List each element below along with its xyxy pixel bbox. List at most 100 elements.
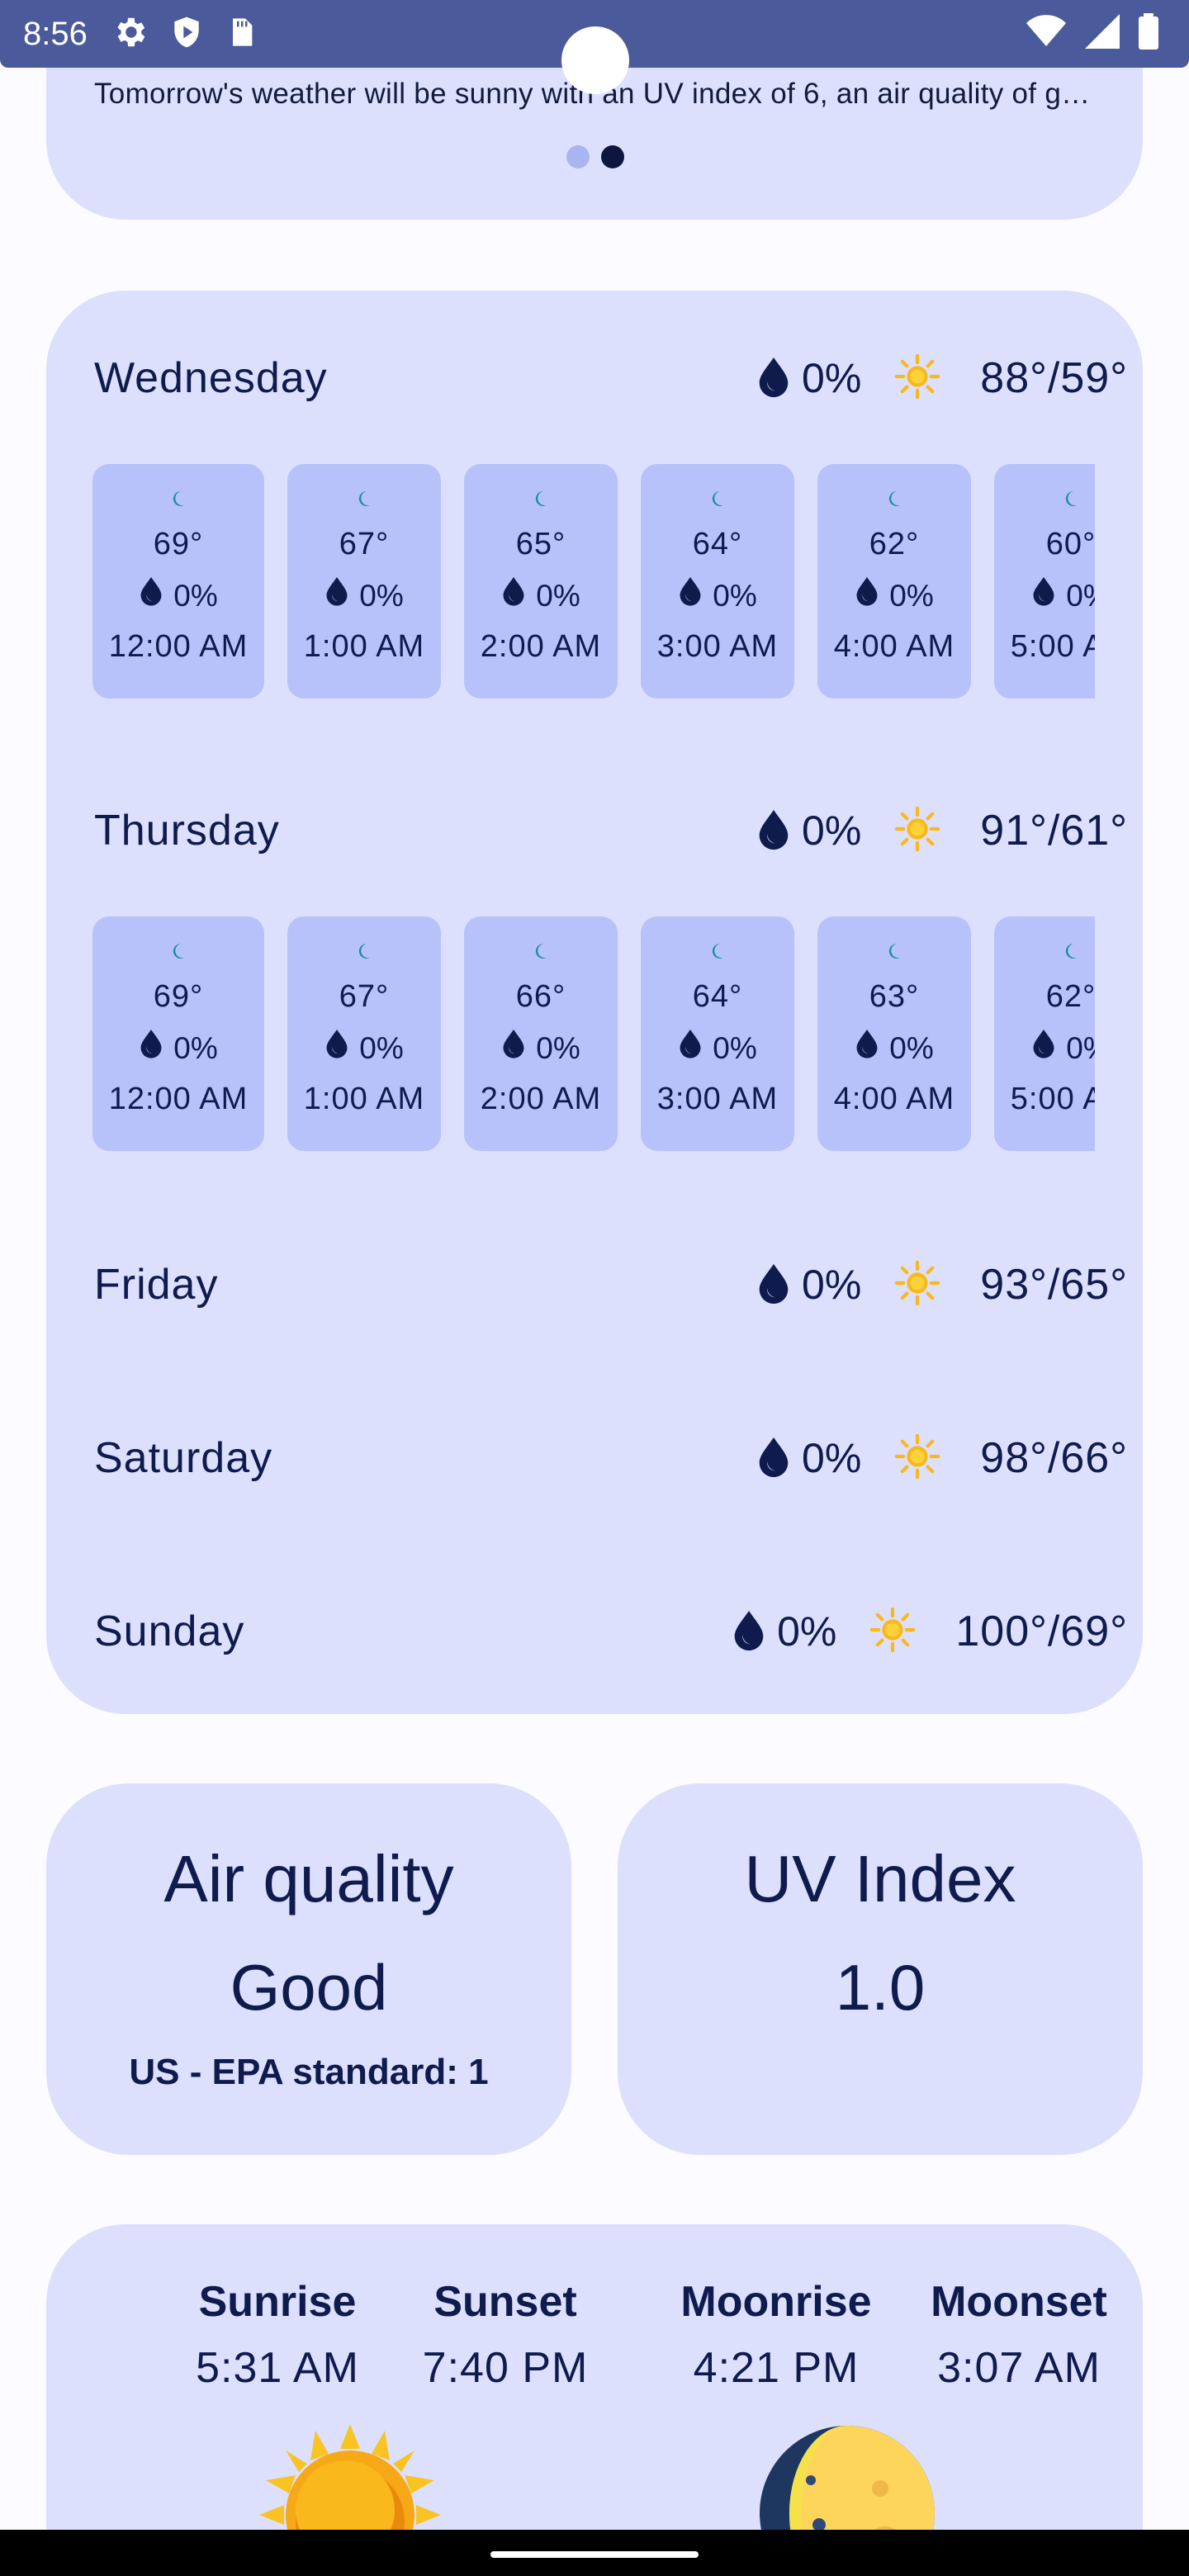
moonset-block: Moonset 3:07 AM xyxy=(879,2277,1159,2393)
hour-precip-value: 0% xyxy=(889,578,934,613)
hour-precip: 0% xyxy=(324,577,404,614)
hour-temp: 67° xyxy=(339,979,390,1014)
hour-card[interactable]: 64° 0% 3:00 AM xyxy=(641,464,794,698)
hour-card[interactable]: 64° 0% 3:00 AM xyxy=(641,916,794,1151)
hour-card[interactable]: 69° 0% 12:00 AM xyxy=(92,464,264,698)
hour-card[interactable]: 60° 0% 5:00 AM xyxy=(994,464,1095,698)
raindrop-icon xyxy=(324,1030,349,1067)
hour-temp: 65° xyxy=(515,527,566,561)
raindrop-icon xyxy=(759,1264,789,1305)
day-temps: 93°/65° xyxy=(980,1261,1128,1309)
hourly-strip-wednesday[interactable]: 69° 0% 12:00 AM 67° 0% 1:00 AM 65° 0% 2:00 AM 64°… xyxy=(92,464,1095,698)
hour-time: 2:00 AM xyxy=(480,1082,602,1116)
hour-card[interactable]: 67° 0% 1:00 AM xyxy=(287,916,441,1151)
hour-card[interactable]: 62° 0% 4:00 AM xyxy=(817,464,971,698)
hour-temp: 67° xyxy=(339,527,390,561)
status-time: 8:56 xyxy=(23,15,88,52)
sunset-block: Sunset 7:40 PM xyxy=(365,2277,646,2393)
hour-precip: 0% xyxy=(678,1030,757,1067)
hour-precip-value: 0% xyxy=(173,578,218,613)
home-gesture-handle[interactable] xyxy=(490,2551,699,2558)
hour-time: 3:00 AM xyxy=(656,1082,779,1116)
crescent-moon-icon xyxy=(171,482,186,515)
hour-precip: 0% xyxy=(324,1030,404,1067)
hour-card[interactable]: 62° 0% 5:00 AM xyxy=(994,916,1095,1151)
hour-temp: 63° xyxy=(869,979,920,1014)
hour-temp: 69° xyxy=(153,979,204,1014)
sunny-icon xyxy=(894,806,940,856)
hour-time: 4:00 AM xyxy=(833,1082,955,1116)
hour-time: 1:00 AM xyxy=(303,1082,425,1116)
day-name: Sunday xyxy=(94,1608,245,1655)
day-name: Saturday xyxy=(94,1434,273,1482)
crescent-moon-icon xyxy=(357,482,372,515)
hour-time: 1:00 AM xyxy=(303,629,425,664)
hour-precip-value: 0% xyxy=(359,578,404,613)
hour-precip-value: 0% xyxy=(536,578,580,613)
hour-precip-value: 0% xyxy=(1066,1030,1095,1065)
shield-play-icon xyxy=(168,13,205,55)
hourly-strip-thursday[interactable]: 69° 0% 12:00 AM 67° 0% 1:00 AM 66° 0% 2:00 AM 64°… xyxy=(92,916,1095,1151)
moonrise-time: 4:21 PM xyxy=(693,2344,860,2392)
raindrop-icon xyxy=(501,577,526,614)
day-row-sunday[interactable]: Sunday 0% 100°/69° xyxy=(94,1598,1128,1664)
day-row-saturday[interactable]: Saturday 0% 98°/66° xyxy=(94,1425,1128,1491)
day-row-wednesday[interactable]: Wednesday 0% 88°/59° xyxy=(94,345,1128,411)
crescent-moon-icon xyxy=(533,482,548,515)
sunset-time: 7:40 PM xyxy=(422,2344,589,2392)
crescent-moon-icon xyxy=(887,935,902,968)
day-precip: 0% xyxy=(757,807,861,855)
moonset-time: 3:07 AM xyxy=(937,2344,1101,2392)
hour-time: 12:00 AM xyxy=(108,1082,249,1116)
hour-precip: 0% xyxy=(139,577,218,614)
crescent-moon-icon xyxy=(710,482,725,515)
day-precip-value: 0% xyxy=(802,807,862,854)
hour-precip-value: 0% xyxy=(1066,578,1095,613)
day-precip-value: 0% xyxy=(802,1435,862,1481)
hour-time: 4:00 AM xyxy=(833,629,955,664)
sunny-icon xyxy=(869,1607,916,1657)
hour-precip: 0% xyxy=(139,1030,218,1067)
hour-precip-value: 0% xyxy=(536,1030,580,1065)
moonrise-block: Moonrise 4:21 PM xyxy=(636,2277,917,2393)
hour-precip-value: 0% xyxy=(359,1030,404,1065)
hour-temp: 62° xyxy=(869,527,920,561)
crescent-moon-icon xyxy=(710,935,725,968)
day-row-friday[interactable]: Friday 0% 93°/65° xyxy=(94,1252,1128,1318)
air-quality-title: Air quality xyxy=(163,1842,454,1915)
crescent-moon-icon xyxy=(887,482,902,515)
sunny-icon xyxy=(894,1260,940,1310)
hour-card[interactable]: 63° 0% 4:00 AM xyxy=(817,916,971,1151)
hour-card[interactable]: 66° 0% 2:00 AM xyxy=(464,916,618,1151)
day-precip: 0% xyxy=(757,1261,861,1309)
pager-dot-1[interactable] xyxy=(566,145,590,168)
hour-precip: 0% xyxy=(855,577,934,614)
raindrop-icon xyxy=(501,1030,526,1067)
day-precip-value: 0% xyxy=(777,1608,837,1655)
pager-dot-2[interactable] xyxy=(601,145,624,168)
raindrop-icon xyxy=(855,1030,879,1067)
hour-time: 5:00 AM xyxy=(1010,629,1095,664)
hour-card[interactable]: 67° 0% 1:00 AM xyxy=(287,464,441,698)
cell-signal-icon xyxy=(1085,14,1120,53)
hour-time: 5:00 AM xyxy=(1010,1082,1095,1116)
air-quality-card[interactable]: Air quality Good US - EPA standard: 1 xyxy=(46,1783,571,2155)
hour-time: 2:00 AM xyxy=(480,629,602,664)
summary-pager[interactable] xyxy=(566,145,624,168)
uv-index-title: UV Index xyxy=(744,1842,1016,1915)
moonset-label: Moonset xyxy=(931,2278,1107,2326)
raindrop-icon xyxy=(759,358,789,398)
crescent-moon-icon xyxy=(357,935,372,968)
day-precip: 0% xyxy=(757,1434,861,1482)
raindrop-icon xyxy=(1031,1030,1056,1067)
hour-time: 12:00 AM xyxy=(108,629,249,664)
hour-card[interactable]: 65° 0% 2:00 AM xyxy=(464,464,618,698)
hour-precip: 0% xyxy=(501,577,580,614)
hour-card[interactable]: 69° 0% 12:00 AM xyxy=(92,916,264,1151)
day-temps: 100°/69° xyxy=(955,1608,1128,1655)
hour-precip: 0% xyxy=(855,1030,934,1067)
uv-index-card[interactable]: UV Index 1.0 xyxy=(618,1783,1143,2155)
hour-precip: 0% xyxy=(501,1030,580,1067)
day-row-thursday[interactable]: Thursday 0% 91°/61° xyxy=(94,798,1128,864)
raindrop-icon xyxy=(139,577,163,614)
